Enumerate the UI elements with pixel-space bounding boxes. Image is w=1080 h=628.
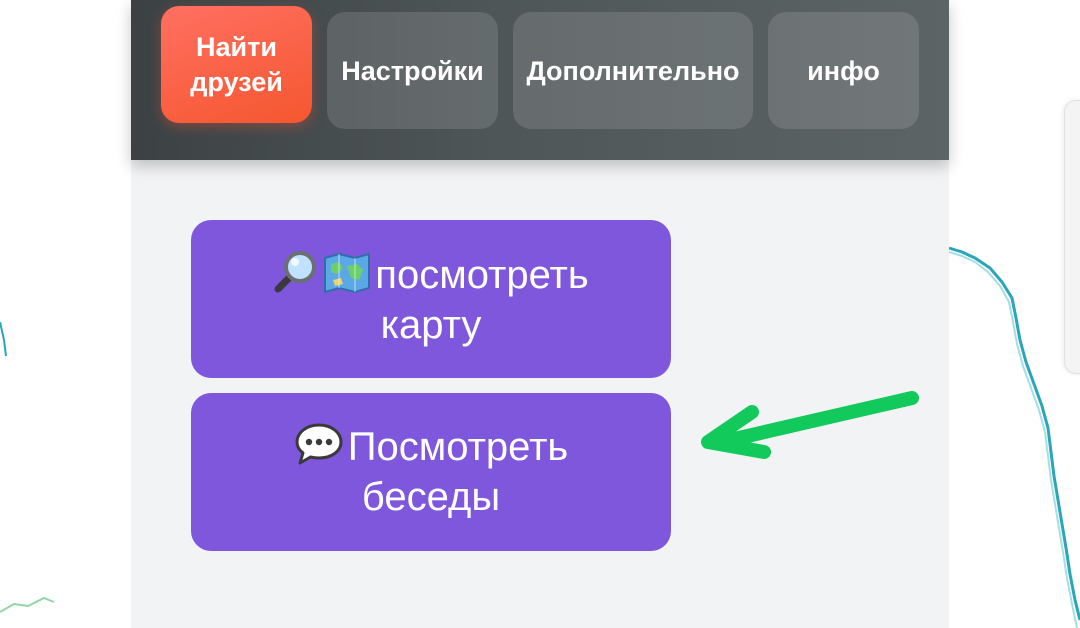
speech-bubble-icon <box>294 422 344 466</box>
view-chats-label: Посмотреть беседы <box>347 425 569 519</box>
view-map-button[interactable]: посмотреть карту <box>191 220 671 378</box>
side-map-control[interactable] <box>1064 100 1080 374</box>
tab-find-friends-label: Найти друзей <box>190 31 283 97</box>
annotation-arrow-icon <box>701 391 919 459</box>
tab-more[interactable]: Дополнительно <box>513 12 753 129</box>
menu-panel: Найти друзей Настройки Дополнительно инф… <box>131 0 949 628</box>
tab-find-friends[interactable]: Найти друзей <box>161 6 312 123</box>
tab-settings[interactable]: Настройки <box>327 12 498 129</box>
tab-settings-label: Настройки <box>341 55 484 86</box>
view-chats-button[interactable]: Посмотреть беседы <box>191 393 671 551</box>
magnifying-glass-icon <box>273 248 319 294</box>
tab-info-label: инфо <box>807 55 880 86</box>
world-map-icon <box>323 252 371 294</box>
top-nav-bar: Найти друзей Настройки Дополнительно инф… <box>131 0 949 160</box>
tab-info[interactable]: инфо <box>768 12 919 129</box>
tab-more-label: Дополнительно <box>526 55 740 86</box>
view-map-label: посмотреть карту <box>375 253 589 347</box>
